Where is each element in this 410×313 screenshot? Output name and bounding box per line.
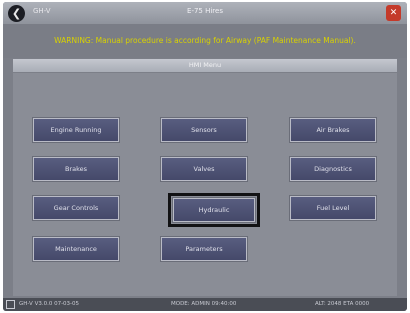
menu-button-brakes[interactable]: Brakes [33, 157, 119, 181]
menu-button-sensors[interactable]: Sensors [161, 118, 247, 142]
status-indicator-icon [6, 300, 15, 309]
menu-button-fuel-level[interactable]: Fuel Level [290, 196, 376, 220]
menu-button-maintenance[interactable]: Maintenance [33, 237, 119, 261]
status-right: ALT: 2048 ETA 0000 [315, 301, 370, 307]
menu-panel: Engine Running Sensors Air Brakes Brakes… [13, 73, 397, 296]
status-left: GH-V V3.0.0 07-03-05 [19, 301, 80, 307]
menu-button-engine-running[interactable]: Engine Running [33, 118, 119, 142]
hmi-screen: ❮ GH-V E-75 Hires ✕ WARNING: Manual proc… [3, 2, 407, 311]
menu-button-gear-controls[interactable]: Gear Controls [33, 196, 119, 220]
menu-button-hydraulic[interactable]: Hydraulic [168, 193, 260, 227]
section-header: HMI Menu [13, 59, 397, 72]
title-bar: ❮ GH-V E-75 Hires ✕ [3, 2, 407, 24]
close-icon: ✕ [389, 8, 398, 18]
menu-button-air-brakes[interactable]: Air Brakes [290, 118, 376, 142]
warning-banner: WARNING: Manual procedure is according f… [3, 24, 407, 58]
status-bar: GH-V V3.0.0 07-03-05 MODE: ADMIN 09:40:0… [3, 298, 407, 311]
window-title: E-75 Hires [187, 7, 223, 15]
menu-button-diagnostics[interactable]: Diagnostics [290, 157, 376, 181]
menu-button-parameters[interactable]: Parameters [161, 237, 247, 261]
status-center: MODE: ADMIN 09:40:00 [171, 301, 237, 307]
menu-button-valves[interactable]: Valves [161, 157, 247, 181]
close-button[interactable]: ✕ [386, 5, 401, 21]
